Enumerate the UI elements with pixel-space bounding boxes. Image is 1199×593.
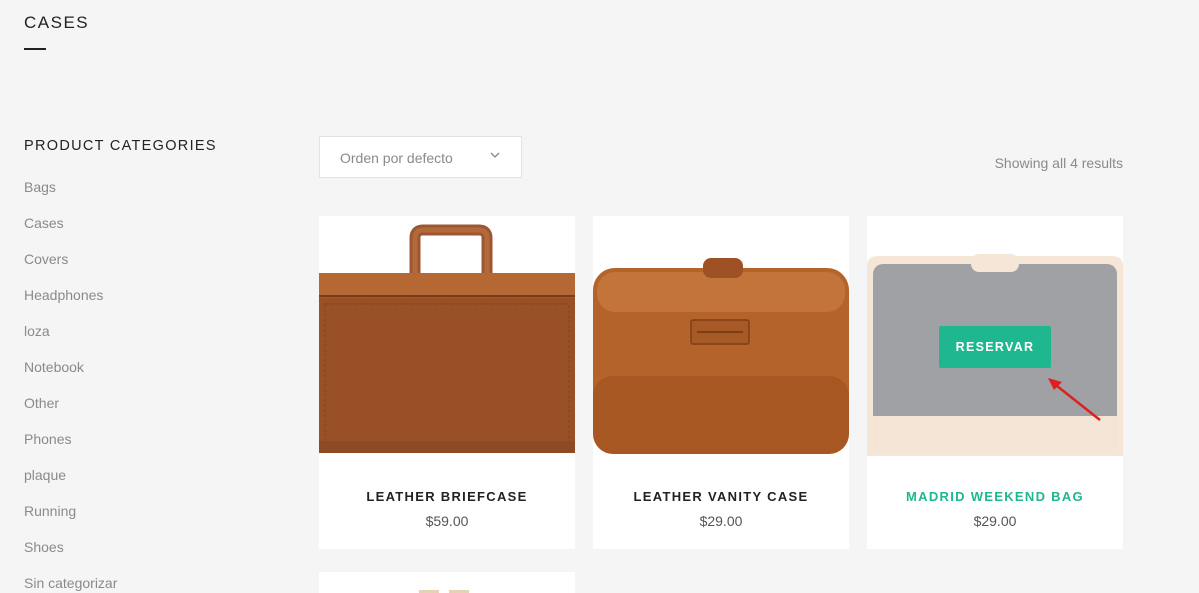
product-price: $29.00 (973, 513, 1017, 529)
product-card[interactable] (319, 572, 575, 593)
product-image-briefcase[interactable] (319, 216, 575, 461)
product-price: $29.00 (699, 513, 743, 529)
product-image-vanity-case[interactable] (593, 216, 849, 461)
category-item-bags[interactable]: Bags (24, 177, 117, 213)
shop-page: CASES PRODUCT CATEGORIES Bags Cases Cove… (0, 0, 1199, 593)
red-arrow-icon (1048, 378, 1101, 421)
category-item-notebook[interactable]: Notebook (24, 357, 117, 393)
product-price: $59.00 (425, 513, 469, 529)
product-name[interactable]: LEATHER VANITY CASE (593, 489, 849, 504)
category-item-phones[interactable]: Phones (24, 429, 117, 465)
category-item-loza[interactable]: loza (24, 321, 117, 357)
product-name[interactable]: LEATHER BRIEFCASE (319, 489, 575, 504)
category-item-sin-categorizar[interactable]: Sin categorizar (24, 573, 117, 593)
category-item-headphones[interactable]: Headphones (24, 285, 117, 321)
product-name[interactable]: MADRID WEEKEND BAG (867, 489, 1123, 504)
product-card[interactable]: LEATHER BRIEFCASE $59.00 (319, 216, 575, 549)
category-item-running[interactable]: Running (24, 501, 117, 537)
category-item-plaque[interactable]: plaque (24, 465, 117, 501)
reserve-button[interactable]: RESERVAR (939, 326, 1051, 368)
category-item-shoes[interactable]: Shoes (24, 537, 117, 573)
sort-select[interactable]: Orden por defecto (319, 136, 522, 178)
product-card[interactable]: LEATHER VANITY CASE $29.00 (593, 216, 849, 549)
chevron-down-icon (490, 152, 500, 158)
sort-select-label: Orden por defecto (340, 150, 453, 166)
category-item-cases[interactable]: Cases (24, 213, 117, 249)
product-image-partial[interactable] (319, 572, 575, 593)
title-underline (24, 48, 46, 50)
result-count: Showing all 4 results (994, 155, 1123, 171)
category-list: Bags Cases Covers Headphones loza Notebo… (24, 177, 117, 593)
category-item-covers[interactable]: Covers (24, 249, 117, 285)
category-item-other[interactable]: Other (24, 393, 117, 429)
sidebar-heading: PRODUCT CATEGORIES (24, 138, 217, 154)
page-title: CASES (24, 13, 90, 32)
